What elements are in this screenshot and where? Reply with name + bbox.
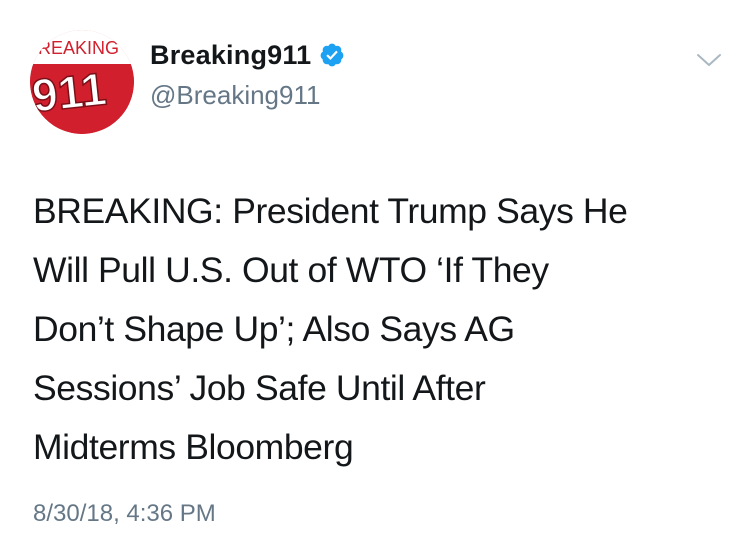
avatar-main-text: 911 [30,62,109,121]
account-info: Breaking911 @Breaking911 [150,38,345,111]
tweet-card: BREAKING 911 Breaking911 @Breaking911 BR… [0,0,750,541]
tweet-text: BREAKING: President Trump Says He Will P… [33,191,628,467]
display-name[interactable]: Breaking911 [150,40,311,71]
verified-badge-icon [319,42,345,68]
avatar[interactable]: BREAKING 911 [30,30,134,134]
name-row: Breaking911 [150,38,345,72]
account-handle[interactable]: @Breaking911 [150,80,345,111]
chevron-down-icon[interactable] [696,52,722,68]
breaking911-logo-icon: BREAKING 911 [30,30,134,134]
tweet-timestamp[interactable]: 8/30/18, 4:36 PM [33,500,216,528]
avatar-top-text: BREAKING [30,38,119,58]
